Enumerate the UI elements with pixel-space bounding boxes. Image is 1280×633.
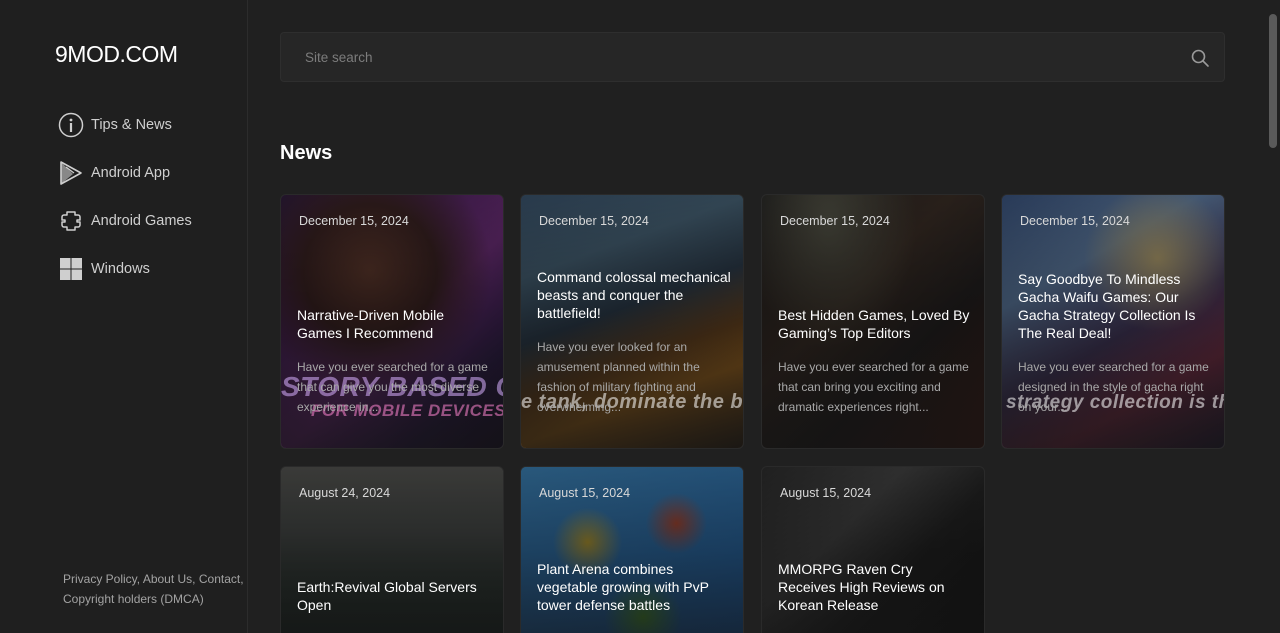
- card-date: August 24, 2024: [299, 486, 391, 500]
- card-excerpt: Have you ever searched for a game that c…: [297, 360, 488, 414]
- card-title: Best Hidden Games, Loved By Gaming’s Top…: [778, 307, 970, 341]
- sidebar-item-tips-news[interactable]: Tips & News: [58, 110, 192, 140]
- sidebar-item-android-games[interactable]: Android Games: [58, 206, 192, 236]
- card-excerpt: Have you ever searched for a game that c…: [778, 360, 969, 414]
- news-card[interactable]: December 15, 2024 Best Hidden Games, Lov…: [761, 194, 985, 449]
- privacy-policy-link[interactable]: Privacy Policy,: [63, 572, 140, 586]
- card-title: MMORPG Raven Cry Receives High Reviews o…: [778, 561, 945, 613]
- news-card[interactable]: August 24, 2024 Earth:Revival Global Ser…: [280, 466, 504, 633]
- sidebar-item-label: Windows: [91, 261, 150, 277]
- contact-link[interactable]: Contact,: [199, 572, 244, 586]
- section-title: News: [280, 142, 333, 164]
- gamepad-icon: [58, 208, 84, 234]
- card-date: December 15, 2024: [780, 214, 890, 228]
- sidebar-item-android-app[interactable]: Android App: [58, 158, 192, 188]
- card-date: December 15, 2024: [539, 214, 649, 228]
- card-excerpt: Have you ever looked for an amusement pl…: [537, 340, 700, 414]
- card-title: Say Goodbye To Mindless Gacha Waifu Game…: [1018, 271, 1196, 341]
- sidebar-item-label: Android App: [91, 165, 171, 181]
- search-icon[interactable]: [1190, 48, 1210, 68]
- news-card[interactable]: STORY BASED G FOR MOBILE DEVICES Decembe…: [280, 194, 504, 449]
- footer-links: Privacy Policy, About Us, Contact, Copyr…: [63, 569, 248, 609]
- news-card[interactable]: e tank, dominate the bat December 15, 20…: [520, 194, 744, 449]
- sidebar-item-label: Tips & News: [91, 117, 172, 133]
- card-date: December 15, 2024: [299, 214, 409, 228]
- card-title: Earth:Revival Global Servers Open: [297, 579, 477, 613]
- about-us-link[interactable]: About Us,: [143, 572, 196, 586]
- card-excerpt: Have you ever searched for a game design…: [1018, 360, 1209, 414]
- search-bar: [280, 32, 1225, 82]
- card-title: Narrative-Driven Mobile Games I Recommen…: [297, 307, 445, 341]
- card-date: December 15, 2024: [1020, 214, 1130, 228]
- search-input[interactable]: [305, 33, 1165, 81]
- sidebar-nav: Tips & News Android App Android Games Wi…: [58, 110, 192, 302]
- scrollbar-thumb[interactable]: [1269, 14, 1277, 148]
- card-title: Command colossal mechanical beasts and c…: [537, 269, 731, 321]
- play-store-icon: [58, 160, 84, 186]
- sidebar: 9MOD.COM Tips & News Android App Android…: [0, 0, 248, 633]
- news-card[interactable]: August 15, 2024 Plant Arena combines veg…: [520, 466, 744, 633]
- page-scrollbar[interactable]: [1266, 0, 1280, 633]
- sidebar-item-windows[interactable]: Windows: [58, 254, 192, 284]
- news-card[interactable]: August 15, 2024 MMORPG Raven Cry Receive…: [761, 466, 985, 633]
- info-icon: [58, 112, 84, 138]
- windows-icon: [58, 256, 84, 282]
- card-date: August 15, 2024: [780, 486, 872, 500]
- news-card[interactable]: strategy collection is th December 15, 2…: [1001, 194, 1225, 449]
- sidebar-item-label: Android Games: [91, 213, 192, 229]
- card-title: Plant Arena combines vegetable growing w…: [537, 561, 709, 613]
- card-date: August 15, 2024: [539, 486, 631, 500]
- main-content: News STORY BASED G FOR MOBILE DEVICES De…: [248, 0, 1266, 633]
- dmca-link[interactable]: Copyright holders (DMCA): [63, 592, 204, 606]
- site-logo[interactable]: 9MOD.COM: [55, 41, 178, 68]
